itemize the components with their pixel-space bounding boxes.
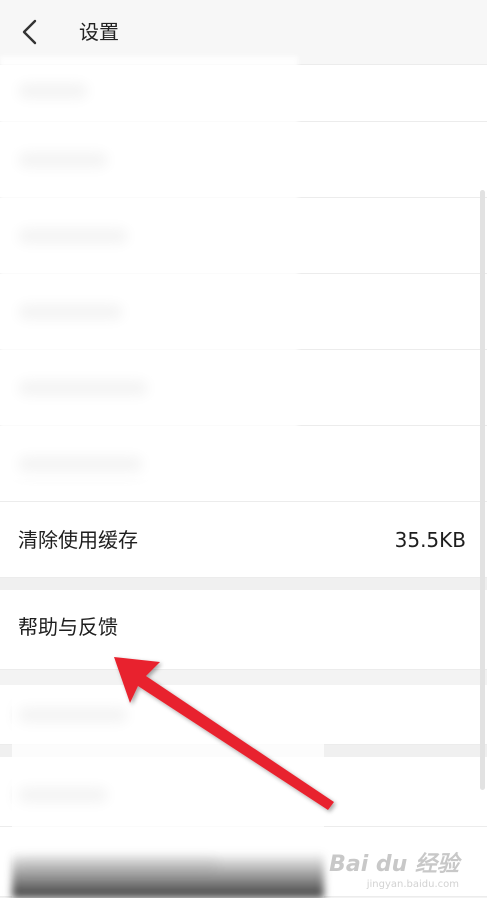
blur-overlay — [0, 56, 298, 481]
scrollbar[interactable] — [480, 190, 485, 790]
section-divider — [0, 578, 487, 590]
cache-size-value: 35.5KB — [394, 528, 466, 552]
chevron-left-icon[interactable] — [14, 16, 46, 48]
watermark-site: jingyan.baidu.com — [366, 879, 459, 890]
settings-row-clear-cache[interactable]: 清除使用缓存 35.5KB — [0, 502, 487, 578]
watermark-brand: Bai du 经验 — [329, 852, 459, 877]
help-feedback-label: 帮助与反馈 — [18, 615, 118, 639]
page-title: 设置 — [79, 20, 119, 44]
clear-cache-label: 清除使用缓存 — [18, 528, 138, 552]
blurred-bottom-bar — [12, 852, 324, 898]
settings-row-help-feedback[interactable]: 帮助与反馈 — [0, 590, 487, 670]
